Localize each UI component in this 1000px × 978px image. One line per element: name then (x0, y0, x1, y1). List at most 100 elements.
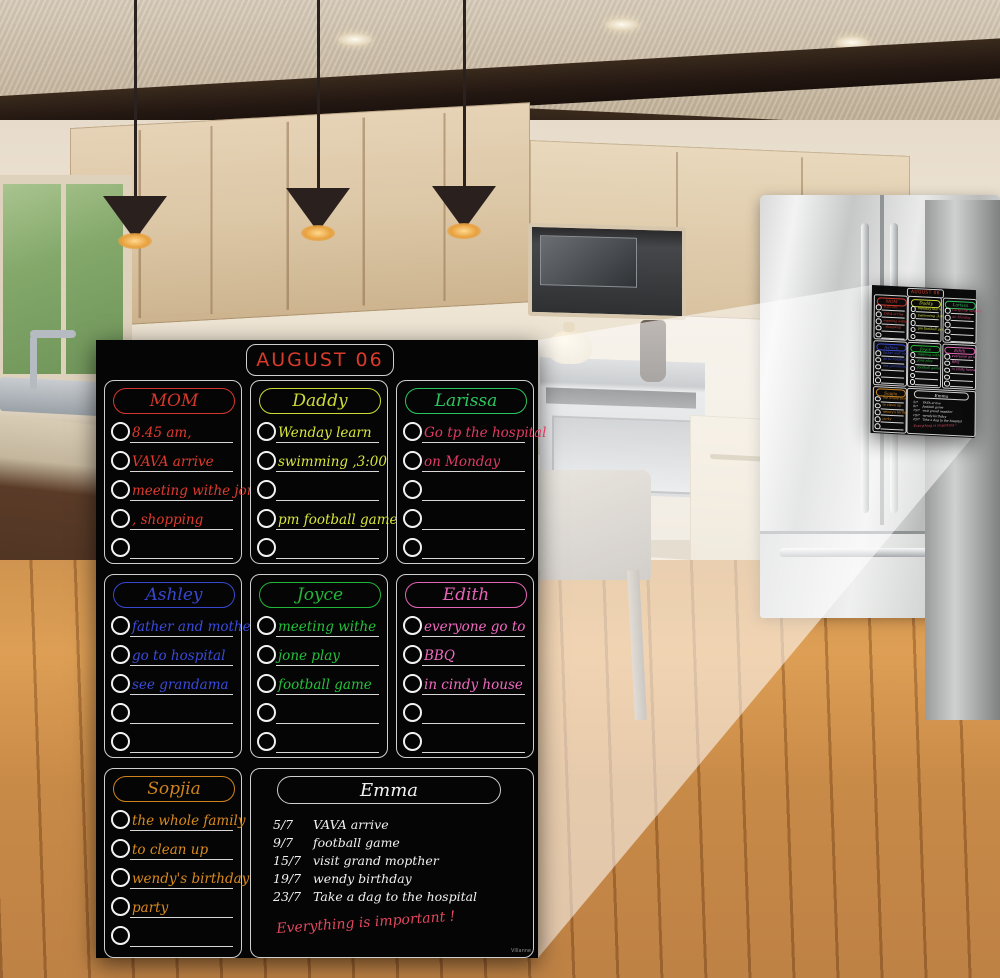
task-row[interactable]: father and mother (875, 350, 914, 358)
task-row[interactable] (257, 535, 379, 559)
task-row[interactable] (111, 923, 233, 947)
task-line-slot[interactable] (422, 477, 525, 501)
task-row[interactable]: jone play (257, 642, 379, 666)
task-row[interactable]: wendy's birthday (111, 865, 249, 889)
task-row[interactable]: go to hospital (875, 357, 906, 365)
person-name-pill[interactable]: Edith (405, 582, 527, 608)
task-row[interactable] (944, 328, 974, 336)
task-row[interactable]: everyone go to (403, 613, 525, 637)
task-checkbox[interactable] (257, 450, 276, 470)
person-column-edith[interactable]: Edith everyone go to BBQ in cindy house (396, 574, 534, 758)
task-row[interactable] (875, 331, 905, 339)
person-column-edith[interactable]: Edith everyone go to BBQ in cindy house (941, 343, 977, 390)
task-line-slot[interactable]: in cindy house (949, 367, 976, 375)
task-row[interactable] (874, 423, 904, 431)
task-checkbox[interactable] (257, 537, 276, 557)
notes-panel[interactable]: Emma 5/7 VAVA arrive 9/7 football game 15/7 vi… (250, 768, 534, 958)
task-line-slot[interactable]: the whole family (130, 807, 245, 831)
task-row[interactable]: wendy's birthday (874, 409, 911, 417)
person-name-pill[interactable]: Daddy (259, 388, 381, 414)
task-line-slot[interactable]: on Monday (422, 448, 525, 472)
task-line-slot[interactable] (276, 535, 379, 559)
task-row[interactable]: in cindy house (403, 671, 525, 695)
task-row[interactable]: on Monday (403, 448, 525, 472)
task-row[interactable] (111, 535, 233, 559)
task-row[interactable]: in cindy house (944, 367, 976, 375)
task-row[interactable] (910, 333, 939, 341)
task-row[interactable] (403, 700, 525, 724)
task-line-slot[interactable]: swimming ,3:00 (915, 313, 944, 321)
person-column-ashley[interactable]: Ashley father and mother go to hospital see… (872, 340, 914, 387)
task-line-slot[interactable]: party (880, 416, 904, 424)
task-row[interactable]: father and mother (111, 613, 257, 637)
task-line-slot[interactable]: meeting withe (276, 613, 379, 637)
task-checkbox[interactable] (403, 537, 422, 557)
task-line-slot[interactable]: go to hospital (130, 642, 233, 666)
task-row[interactable]: on Monday (944, 315, 974, 322)
task-row[interactable] (403, 535, 525, 559)
task-line-slot[interactable]: football game (915, 365, 940, 373)
task-checkbox[interactable] (403, 615, 422, 635)
task-row[interactable]: everyone go to (944, 354, 977, 361)
task-checkbox[interactable] (403, 702, 422, 722)
task-row[interactable]: the whole family (111, 807, 245, 831)
task-line-slot[interactable] (950, 329, 974, 336)
task-line-slot[interactable] (881, 332, 905, 339)
task-line-slot[interactable] (276, 729, 379, 753)
task-row[interactable] (875, 370, 905, 378)
task-line-slot[interactable] (949, 374, 973, 382)
task-row[interactable]: to clean up (111, 836, 233, 860)
task-row[interactable]: BBQ (403, 642, 525, 666)
person-column-mom[interactable]: MOM 8.45 am, VAVA arrive meeting withe jone… (873, 294, 916, 341)
task-line-slot[interactable]: father and mother (130, 613, 257, 637)
task-line-slot[interactable] (949, 381, 973, 388)
person-column-daddy[interactable]: Daddy Wenday learn swimming ,3:00 pm footba… (907, 296, 947, 343)
task-line-slot[interactable]: jone play (276, 642, 379, 666)
person-column-joyce[interactable]: Joyce meeting withe jone play football game (907, 341, 942, 389)
person-column-daddy[interactable]: Daddy Wenday learn swimming ,3:00 pm footba… (250, 380, 398, 564)
task-checkbox[interactable] (111, 896, 130, 916)
task-row[interactable] (111, 700, 233, 724)
person-name-pill[interactable]: Joyce (259, 582, 381, 608)
task-row[interactable]: meeting withe jone (875, 318, 916, 326)
task-row[interactable] (257, 729, 379, 753)
task-line-slot[interactable]: meeting withe jone (130, 477, 263, 501)
task-checkbox[interactable] (111, 450, 130, 470)
task-line-slot[interactable]: on Monday (950, 315, 974, 322)
person-column-ashley[interactable]: Ashley father and mother go to hospital see… (104, 574, 257, 758)
task-row[interactable]: to clean up (874, 403, 904, 410)
task-line-slot[interactable] (880, 378, 904, 385)
task-row[interactable]: pm football game (910, 327, 947, 334)
task-line-slot[interactable] (880, 371, 905, 378)
notes-name-pill[interactable]: Emma (277, 776, 501, 804)
task-checkbox[interactable] (257, 421, 276, 441)
task-row[interactable]: swimming ,3:00 (910, 313, 944, 321)
person-name-pill[interactable]: Ashley (113, 582, 235, 608)
task-line-slot[interactable] (915, 373, 939, 380)
task-line-slot[interactable]: football game (276, 671, 379, 695)
task-row[interactable]: party (874, 416, 904, 424)
task-line-slot[interactable] (422, 700, 525, 724)
task-line-slot[interactable] (950, 322, 974, 329)
task-line-slot[interactable]: wendy's birthday (130, 865, 249, 889)
task-checkbox[interactable] (111, 479, 130, 499)
task-row[interactable]: Wenday learn (257, 419, 379, 443)
task-line-slot[interactable]: swimming ,3:00 (276, 448, 387, 472)
task-line-slot[interactable] (915, 334, 939, 341)
task-checkbox[interactable] (403, 508, 422, 528)
task-line-slot[interactable]: , shopping (130, 506, 233, 530)
notes-panel[interactable]: Emma 5/7 VAVA arrive 9/7 football game 15/7 vi… (906, 387, 976, 437)
task-row[interactable]: see grandama (875, 364, 907, 371)
task-row[interactable] (944, 321, 974, 329)
task-row[interactable]: , shopping (875, 325, 905, 333)
task-checkbox[interactable] (403, 450, 422, 470)
task-row[interactable] (909, 372, 939, 380)
task-checkbox[interactable] (111, 838, 130, 858)
task-row[interactable]: Go tp the hospital (944, 308, 982, 315)
task-checkbox[interactable] (111, 925, 130, 945)
task-row[interactable]: the whole family (875, 396, 910, 403)
person-name-pill[interactable]: Sopjia (113, 776, 235, 802)
task-line-slot[interactable]: in cindy house (422, 671, 525, 695)
task-checkbox[interactable] (257, 479, 276, 499)
person-column-sopjia[interactable]: Sopjia the whole family to clean up wendy's… (872, 385, 911, 434)
